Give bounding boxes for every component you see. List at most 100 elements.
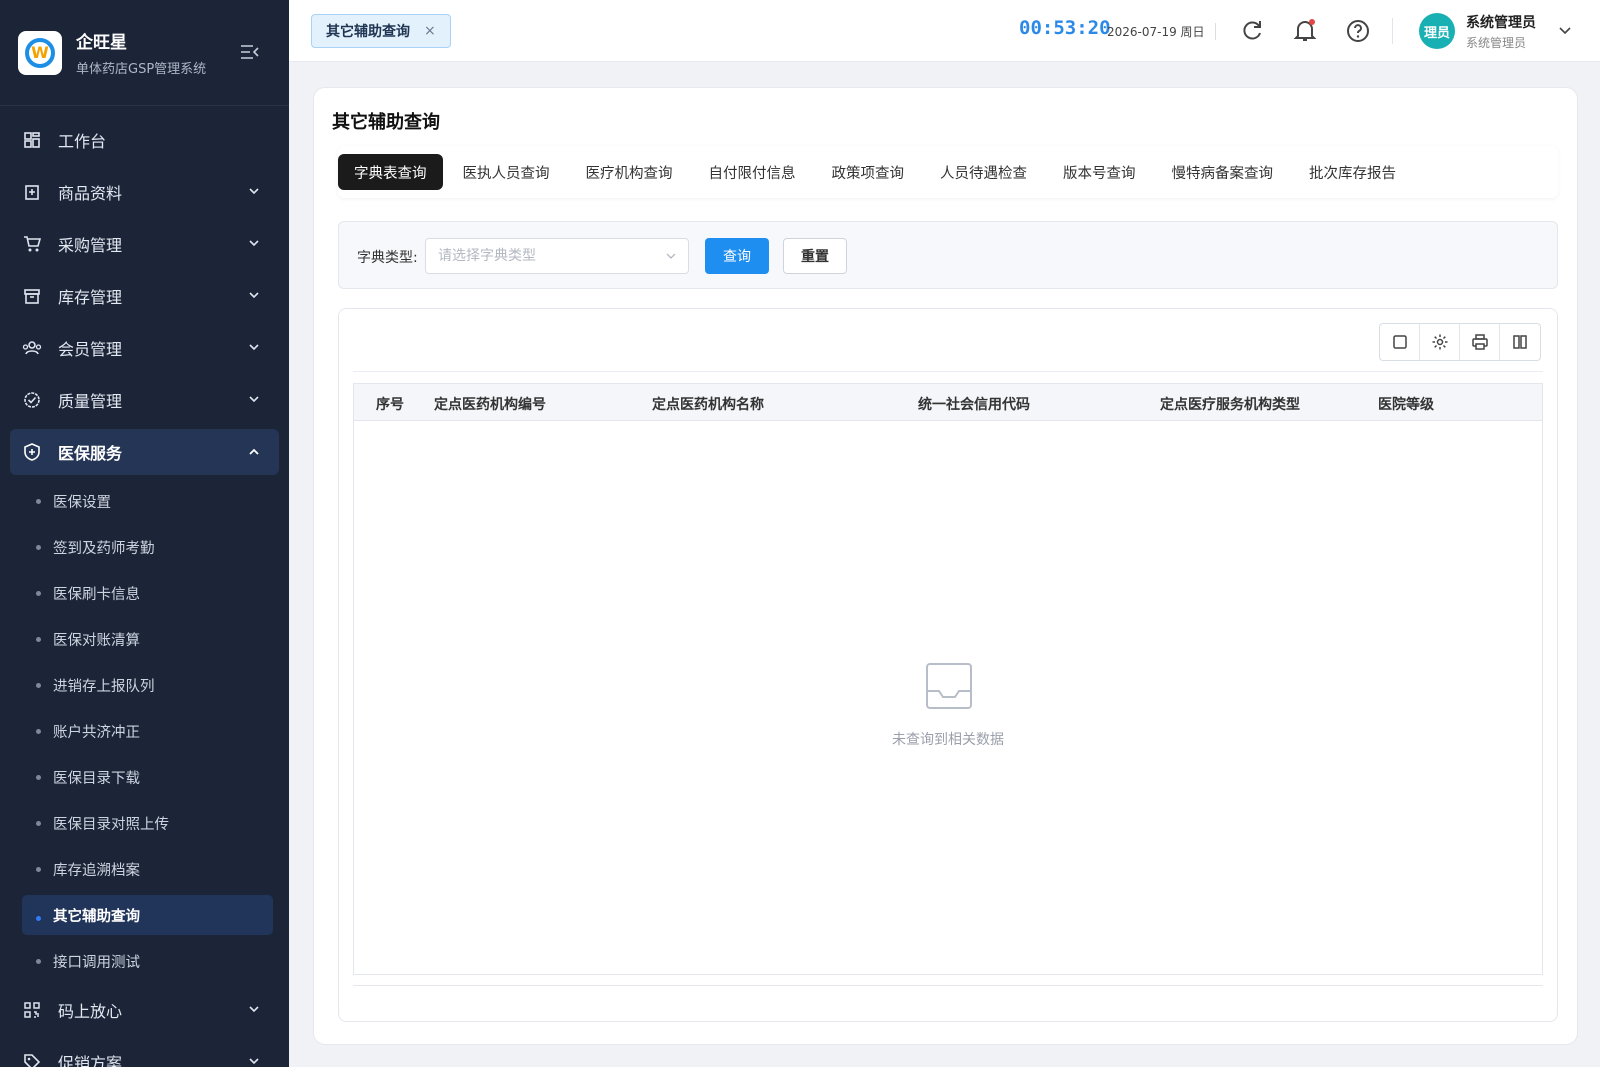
chevron-down-icon — [249, 292, 259, 299]
columns-button[interactable] — [1500, 324, 1540, 360]
tab-medical-institution[interactable]: 医疗机构查询 — [570, 154, 689, 190]
cart-icon — [22, 234, 42, 254]
empty-state-text: 未查询到相关数据 — [892, 732, 1004, 748]
sidebar-item-goods[interactable]: 商品资料 — [0, 166, 289, 218]
chevron-down-icon[interactable] — [1559, 26, 1571, 36]
sidebar-item-quality[interactable]: 质量管理 — [0, 374, 289, 426]
sidebar-subitem-insurance-settings[interactable]: 医保设置 — [0, 478, 289, 524]
tag-icon — [22, 1052, 42, 1067]
chevron-down-icon — [249, 1006, 259, 1013]
sidebar-item-traceability-code[interactable]: 码上放心 — [0, 984, 289, 1036]
sidebar-item-label: 促销方案 — [58, 1054, 123, 1067]
user-name[interactable]: 系统管理员 — [1466, 12, 1536, 32]
settings-button[interactable] — [1420, 324, 1460, 360]
sidebar-subitem-account-correction[interactable]: 账户共济冲正 — [0, 708, 289, 754]
tab-chronic-disease[interactable]: 慢特病备案查询 — [1156, 154, 1290, 190]
sidebar-subitem-api-test[interactable]: 接口调用测试 — [0, 938, 289, 984]
brand: W 企旺星 单体药店GSP管理系统 — [0, 0, 289, 106]
clock-time: 00:53:20 — [1019, 17, 1111, 39]
sidebar-item-promotions[interactable]: 促销方案 — [0, 1036, 289, 1067]
sidebar-subitem-other-queries[interactable]: 其它辅助查询 — [22, 895, 273, 935]
empty-inbox-icon — [926, 663, 972, 709]
sidebar: W 企旺星 单体药店GSP管理系统 工作台 商品资料 采购管理 库存管理 会员管… — [0, 0, 289, 1067]
column-header: 定点医药机构编号 — [434, 397, 546, 413]
main-card: 其它辅助查询 字典表查询 医执人员查询 医疗机构查询 自付限付信息 政策项查询 … — [313, 87, 1578, 1045]
table-toolbar — [1379, 323, 1541, 361]
sidebar-item-label: 医保服务 — [58, 444, 123, 463]
sidebar-subitem-traceability[interactable]: 库存追溯档案 — [0, 846, 289, 892]
table-body: 未查询到相关数据 — [353, 421, 1543, 975]
sidebar-item-members[interactable]: 会员管理 — [0, 322, 289, 374]
sidebar-item-label: 工作台 — [58, 132, 107, 151]
shield-icon — [22, 442, 42, 462]
chevron-down-icon — [249, 240, 259, 247]
tab-version[interactable]: 版本号查询 — [1047, 154, 1152, 190]
refresh-icon[interactable] — [1239, 18, 1265, 44]
chevron-down-icon — [249, 396, 259, 403]
tab-policy-items[interactable]: 政策项查询 — [816, 154, 921, 190]
sidebar-subitem-checkin-attendance[interactable]: 签到及药师考勤 — [0, 524, 289, 570]
members-icon — [22, 338, 42, 358]
sidebar-item-medical-insurance[interactable]: 医保服务 — [10, 429, 279, 475]
chevron-down-icon — [666, 253, 676, 259]
tab-benefit-check[interactable]: 人员待遇检查 — [924, 154, 1043, 190]
sidebar-item-label: 商品资料 — [58, 184, 123, 203]
print-button[interactable] — [1460, 324, 1500, 360]
open-tab-other-queries[interactable]: 其它辅助查询 × — [311, 14, 451, 48]
clock-date: 2026-07-19 周日 — [1107, 23, 1216, 40]
reset-button[interactable]: 重置 — [783, 238, 847, 274]
sidebar-item-label: 质量管理 — [58, 392, 123, 411]
sidebar-subitem-catalog-download[interactable]: 医保目录下载 — [0, 754, 289, 800]
brand-subtitle: 单体药店GSP管理系统 — [76, 62, 207, 77]
gear-icon — [1432, 334, 1447, 350]
sidebar-subitem-report-queue[interactable]: 进销存上报队列 — [0, 662, 289, 708]
tab-medical-staff[interactable]: 医执人员查询 — [447, 154, 566, 190]
chevron-up-icon — [249, 448, 259, 455]
logo-mark: W — [25, 37, 55, 68]
sidebar-item-dashboard[interactable]: 工作台 — [0, 114, 289, 166]
chevron-down-icon — [249, 1058, 259, 1065]
qrcode-icon — [22, 1000, 42, 1020]
tab-self-pay-limits[interactable]: 自付限付信息 — [693, 154, 812, 190]
query-button[interactable]: 查询 — [705, 238, 769, 274]
topbar: 其它辅助查询 × 00:53:20 2026-07-19 周日 理员 系统管理员… — [289, 0, 1600, 62]
filter-panel: 字典类型: 请选择字典类型 查询 重置 — [338, 221, 1558, 289]
square-icon — [1392, 335, 1407, 349]
open-tab-label: 其它辅助查询 — [326, 24, 410, 40]
sidebar-subitem-catalog-upload[interactable]: 医保目录对照上传 — [0, 800, 289, 846]
avatar[interactable]: 理员 — [1419, 13, 1455, 49]
help-icon[interactable] — [1345, 18, 1371, 44]
menu-collapse-icon[interactable] — [240, 44, 260, 60]
table-header: 序号 定点医药机构编号 定点医药机构名称 统一社会信用代码 定点医疗服务机构类型… — [353, 383, 1543, 421]
query-tabs: 字典表查询 医执人员查询 医疗机构查询 自付限付信息 政策项查询 人员待遇检查 … — [338, 146, 1558, 198]
columns-icon — [1513, 335, 1527, 349]
sidebar-menu: 工作台 商品资料 采购管理 库存管理 会员管理 质量管理 医保服务 医保设置 签… — [0, 106, 289, 1067]
sidebar-item-label: 采购管理 — [58, 236, 123, 255]
column-header: 统一社会信用代码 — [918, 397, 1030, 413]
sidebar-subitem-reconciliation[interactable]: 医保对账清算 — [0, 616, 289, 662]
column-header: 定点医疗服务机构类型 — [1160, 397, 1300, 413]
inventory-icon — [22, 286, 42, 306]
column-header: 序号 — [376, 397, 404, 413]
user-role: 系统管理员 — [1466, 36, 1527, 50]
tab-dictionary[interactable]: 字典表查询 — [338, 154, 443, 190]
sidebar-item-label: 库存管理 — [58, 288, 123, 307]
sidebar-item-label: 会员管理 — [58, 340, 123, 359]
chevron-down-icon — [249, 344, 259, 351]
fullscreen-button[interactable] — [1380, 324, 1420, 360]
dictionary-type-select[interactable]: 请选择字典类型 — [425, 238, 689, 274]
column-header: 定点医药机构名称 — [652, 397, 764, 413]
bell-icon[interactable] — [1292, 18, 1318, 44]
app-logo: W — [18, 30, 62, 75]
chevron-down-icon — [249, 188, 259, 195]
printer-icon — [1471, 334, 1488, 350]
close-icon[interactable]: × — [424, 23, 436, 39]
dictionary-type-label: 字典类型: — [357, 250, 418, 266]
sidebar-item-inventory[interactable]: 库存管理 — [0, 270, 289, 322]
quality-icon — [22, 390, 42, 410]
sidebar-subitem-card-info[interactable]: 医保刷卡信息 — [0, 570, 289, 616]
results-table: 序号 定点医药机构编号 定点医药机构名称 统一社会信用代码 定点医疗服务机构类型… — [338, 308, 1558, 1022]
tab-batch-stock-report[interactable]: 批次库存报告 — [1293, 154, 1412, 190]
page-title: 其它辅助查询 — [332, 112, 440, 133]
sidebar-item-purchase[interactable]: 采购管理 — [0, 218, 289, 270]
